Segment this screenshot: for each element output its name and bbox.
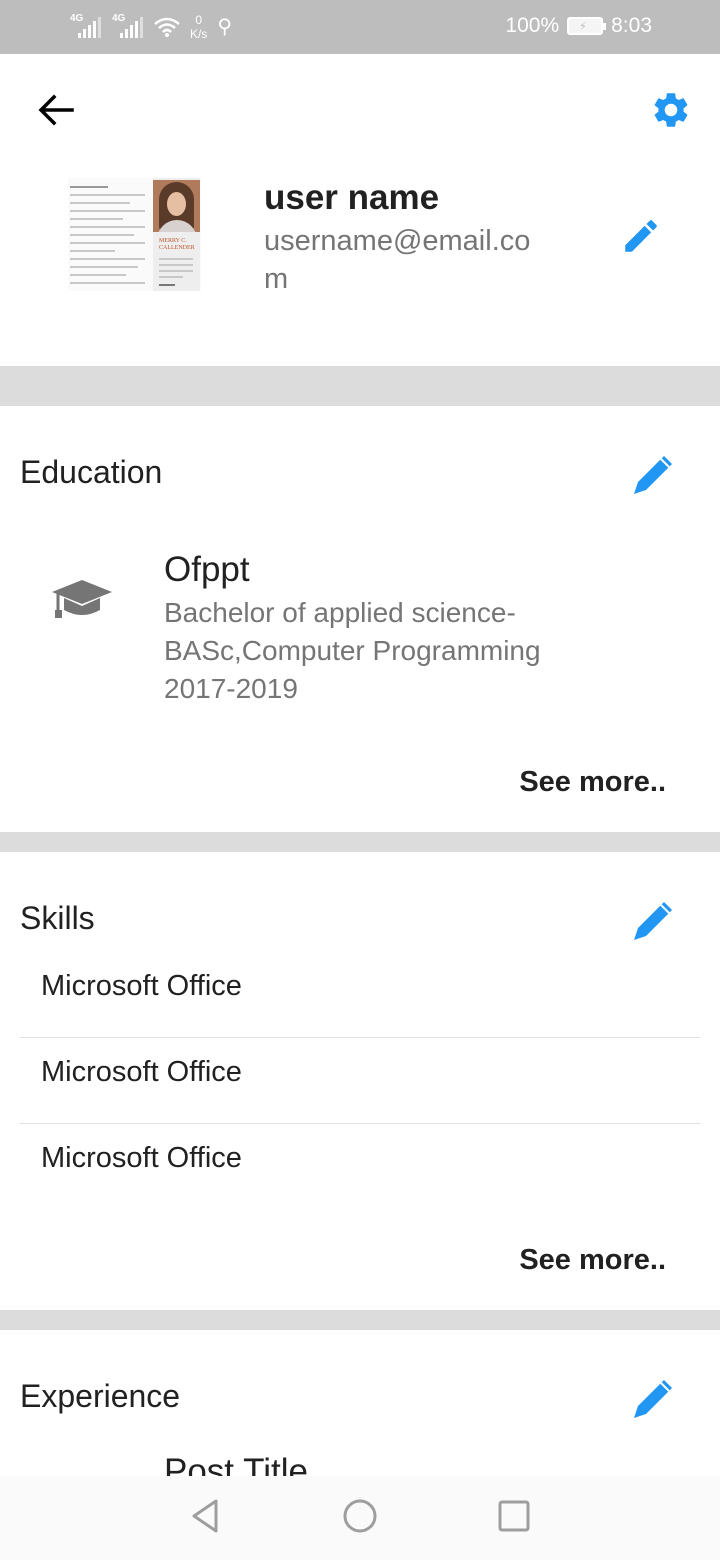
cell-signal-1-icon: 4G <box>70 14 102 40</box>
skill-label: Microsoft Office <box>41 1056 242 1088</box>
skills-see-more-link[interactable]: See more.. <box>480 1244 666 1277</box>
status-bar: 4G 4G 0 K/s ⚲ 100% ⚡ 8:03 <box>0 0 720 54</box>
skill-list-item[interactable]: Microsoft Office <box>20 1124 700 1210</box>
speed-unit: K/s <box>190 27 208 41</box>
nav-recents-icon[interactable] <box>494 1496 534 1536</box>
education-see-more-link[interactable]: See more.. <box>480 766 666 799</box>
skill-list-item[interactable]: Microsoft Office <box>20 1038 700 1124</box>
skill-label: Microsoft Office <box>41 1142 242 1174</box>
battery-percent: 100% <box>505 14 560 37</box>
wifi-icon <box>154 17 180 37</box>
nav-home-icon[interactable] <box>340 1496 380 1536</box>
edit-experience-pen-icon[interactable] <box>630 1376 674 1420</box>
profile-name: user name <box>264 178 440 217</box>
back-arrow-icon[interactable] <box>36 92 76 128</box>
edit-profile-pencil-icon[interactable] <box>620 215 662 257</box>
resume-logo-text: MERRY C. CALLENDER <box>159 238 195 251</box>
network-speed: 0 K/s <box>190 13 207 41</box>
section-divider <box>0 832 720 852</box>
profile-email: username@email.com <box>264 225 531 295</box>
experience-title: Experience <box>20 1378 181 1414</box>
status-icons-left: 4G 4G 0 K/s ⚲ <box>70 12 232 42</box>
education-degree-line1: Bachelor of applied science- <box>164 597 516 628</box>
section-divider <box>0 366 720 406</box>
skill-list-item[interactable]: Microsoft Office <box>20 952 700 1038</box>
education-title: Education <box>20 454 163 490</box>
system-navigation-bar <box>0 1476 720 1560</box>
education-degree-line2: BASc,Computer Programming <box>164 635 541 666</box>
battery-charging-icon: ⚡ <box>567 17 607 35</box>
skills-title: Skills <box>20 900 95 936</box>
section-divider <box>0 1310 720 1330</box>
edit-education-pen-icon[interactable] <box>630 452 674 496</box>
clock-time: 8:03 <box>611 14 652 37</box>
nav-back-icon[interactable] <box>186 1496 226 1536</box>
edit-skills-pen-icon[interactable] <box>630 898 674 942</box>
status-icons-right: 100% ⚡ 8:03 <box>505 14 652 38</box>
skill-label: Microsoft Office <box>41 970 242 1002</box>
graduation-cap-icon <box>52 580 112 618</box>
education-details: Bachelor of applied science- BASc,Comput… <box>164 594 684 708</box>
gear-icon[interactable] <box>650 89 692 131</box>
profile-resume-image[interactable]: MERRY C. CALLENDER <box>68 178 201 291</box>
speed-value: 0 <box>195 13 203 27</box>
cell-signal-2-icon: 4G <box>112 14 144 40</box>
education-years: 2017-2019 <box>164 673 298 704</box>
education-school: Ofppt <box>164 550 250 589</box>
profile-photo <box>153 180 200 232</box>
usb-icon: ⚲ <box>217 16 232 38</box>
